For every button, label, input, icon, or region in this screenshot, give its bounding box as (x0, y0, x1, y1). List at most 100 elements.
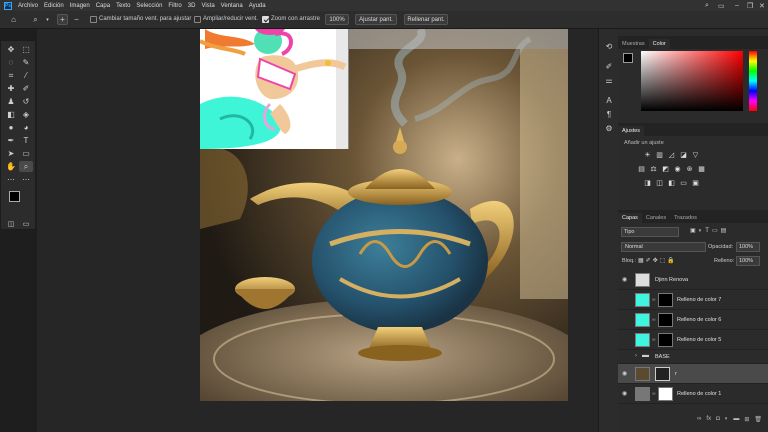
opacity-field[interactable]: 100% (736, 242, 760, 252)
edit-toolbar-icon[interactable]: ⋯ (4, 174, 18, 185)
foreground-color-swatch[interactable] (9, 191, 20, 202)
tab-trazados[interactable]: Trazados (670, 213, 701, 223)
move-tool-icon[interactable]: ✥ (4, 44, 18, 55)
history-brush-icon[interactable]: ↺ (19, 96, 33, 107)
black-white-icon[interactable]: ◩ (661, 165, 670, 173)
link-layers-icon[interactable]: ∞ (697, 416, 701, 428)
menu-archivo[interactable]: Archivo (15, 3, 41, 9)
scrubby-zoom-checkbox[interactable] (262, 16, 269, 23)
fit-screen-button[interactable]: Ajustar pant. (355, 14, 397, 25)
libraries-icon[interactable]: ⚙ (602, 123, 616, 134)
blend-mode-select[interactable]: Normal (621, 242, 706, 252)
layer-row[interactable]: ◉ Djinn Renova (618, 270, 768, 290)
zoom-tool-selected-icon[interactable]: ⌕ (19, 161, 33, 172)
restore-icon[interactable]: ❐ (747, 2, 753, 10)
blur-tool-icon[interactable]: ● (4, 122, 18, 133)
photo-filter-icon[interactable]: ◉ (673, 165, 682, 173)
menu-filtro[interactable]: Filtro (165, 3, 184, 9)
levels-icon[interactable]: ▥ (655, 151, 664, 159)
hand-tool-icon[interactable]: ✋ (4, 161, 18, 172)
chevron-down-icon[interactable]: ▾ (42, 14, 53, 25)
menu-ventana[interactable]: Ventana (218, 3, 246, 9)
more-tools-icon[interactable]: ⋯ (19, 174, 33, 185)
menu-ayuda[interactable]: Ayuda (246, 3, 269, 9)
gradient-map-icon[interactable]: ▭ (679, 179, 688, 187)
character-icon[interactable]: A (602, 95, 616, 106)
layer-filter-icons[interactable]: ▣◐T▭▤ (690, 227, 729, 234)
vibrance-icon[interactable]: ▽ (691, 151, 700, 159)
curves-icon[interactable]: ◿ (667, 151, 676, 159)
color-balance-icon[interactable]: ⚖ (649, 165, 658, 173)
history-icon[interactable]: ⟲ (602, 41, 616, 52)
marquee-tool-icon[interactable]: ⬚ (19, 44, 33, 55)
posterize-icon[interactable]: ◫ (655, 179, 664, 187)
channel-mixer-icon[interactable]: ⊛ (685, 165, 694, 173)
eraser-tool-icon[interactable]: ◧ (4, 109, 18, 120)
workspace-icon[interactable]: ▭ (718, 2, 725, 10)
layer-row[interactable]: ◉ ∞ Relleno de color 1 (618, 384, 768, 404)
pen-tool-icon[interactable]: ✒ (4, 135, 18, 146)
menu-3d[interactable]: 3D (185, 3, 199, 9)
layer-row[interactable]: ∞ Relleno de color 6 (618, 310, 768, 330)
home-icon[interactable]: ⌂ (8, 14, 19, 25)
chevron-right-icon[interactable]: › (635, 353, 637, 359)
type-tool-icon[interactable]: T (19, 135, 33, 146)
menu-vista[interactable]: Vista (198, 3, 217, 9)
resize-windows-checkbox[interactable] (90, 16, 97, 23)
dodge-tool-icon[interactable]: ◕ (19, 122, 33, 133)
lasso-tool-icon[interactable]: ◌ (4, 57, 18, 68)
eye-icon[interactable]: ◉ (622, 390, 627, 397)
lock-icons[interactable]: ▦✐✥⬚🔒 (638, 257, 677, 264)
quick-select-tool-icon[interactable]: ✎ (19, 57, 33, 68)
fx-icon[interactable]: fx (706, 416, 711, 428)
color-field[interactable] (641, 51, 743, 111)
brightness-icon[interactable]: ☀ (643, 151, 652, 159)
search-icon[interactable]: ⌕ (705, 2, 709, 10)
tab-color[interactable]: Color (648, 39, 670, 49)
layer-row[interactable]: ∞ Relleno de color 7 (618, 290, 768, 310)
healing-tool-icon[interactable]: ✚ (4, 83, 18, 94)
exposure-icon[interactable]: ◪ (679, 151, 688, 159)
tab-capas[interactable]: Capas (618, 213, 642, 223)
zoom-all-checkbox[interactable] (194, 16, 201, 23)
properties-icon[interactable]: ⚌ (602, 75, 616, 86)
stamp-tool-icon[interactable]: ♟ (4, 96, 18, 107)
paint-bucket-icon[interactable]: ◈ (19, 109, 33, 120)
hue-saturation-icon[interactable]: ▤ (637, 165, 646, 173)
eye-icon[interactable]: ◉ (622, 276, 627, 283)
new-layer-icon[interactable]: ⊞ (744, 416, 749, 428)
tab-ajustes[interactable]: Ajustes (618, 126, 645, 136)
minimize-icon[interactable]: – (735, 2, 739, 9)
color-foreground-swatch[interactable] (623, 53, 633, 63)
screen-mode-icon[interactable]: ▭ (19, 218, 33, 229)
zoom-in-icon[interactable]: + (57, 14, 68, 25)
menu-edicion[interactable]: Edición (41, 3, 67, 9)
djinn-layer-preview[interactable] (200, 29, 349, 149)
invert-icon[interactable]: ◨ (643, 179, 652, 187)
eyedropper-tool-icon[interactable]: ⁄ (19, 70, 33, 81)
new-adjustment-icon[interactable]: ◐ (725, 416, 729, 428)
fill-screen-button[interactable]: Rellenar pant. (404, 14, 448, 25)
layer-row-selected[interactable]: ◉ r (618, 364, 768, 384)
layer-row[interactable]: ∞ Relleno de color 5 (618, 330, 768, 350)
brush-tool-icon[interactable]: ✐ (19, 83, 33, 94)
zoom-out-icon[interactable]: − (71, 14, 82, 25)
layer-filter-select[interactable]: Tipo (621, 227, 679, 237)
zoom-value-field[interactable]: 100% (325, 14, 349, 25)
new-group-icon[interactable]: ▬ (733, 416, 739, 428)
menu-seleccion[interactable]: Selección (133, 3, 165, 9)
tab-canales[interactable]: Canales (642, 213, 670, 223)
paragraph-icon[interactable]: ¶ (602, 109, 616, 120)
hue-slider[interactable] (749, 51, 757, 111)
selective-color-icon[interactable]: ▣ (691, 179, 700, 187)
add-mask-icon[interactable]: ◘ (716, 416, 720, 428)
threshold-icon[interactable]: ◧ (667, 179, 676, 187)
delete-layer-icon[interactable]: 🗑 (754, 416, 762, 428)
layer-group-row[interactable]: › ▬ BASE (618, 350, 768, 364)
color-lookup-icon[interactable]: ▦ (697, 165, 706, 173)
tab-muestras[interactable]: Muestras (618, 39, 649, 49)
crop-tool-icon[interactable]: ⌗ (4, 70, 18, 81)
eye-icon[interactable]: ◉ (622, 370, 627, 377)
fill-field[interactable]: 100% (736, 256, 760, 266)
zoom-tool-icon[interactable]: ⌕ (30, 14, 41, 25)
